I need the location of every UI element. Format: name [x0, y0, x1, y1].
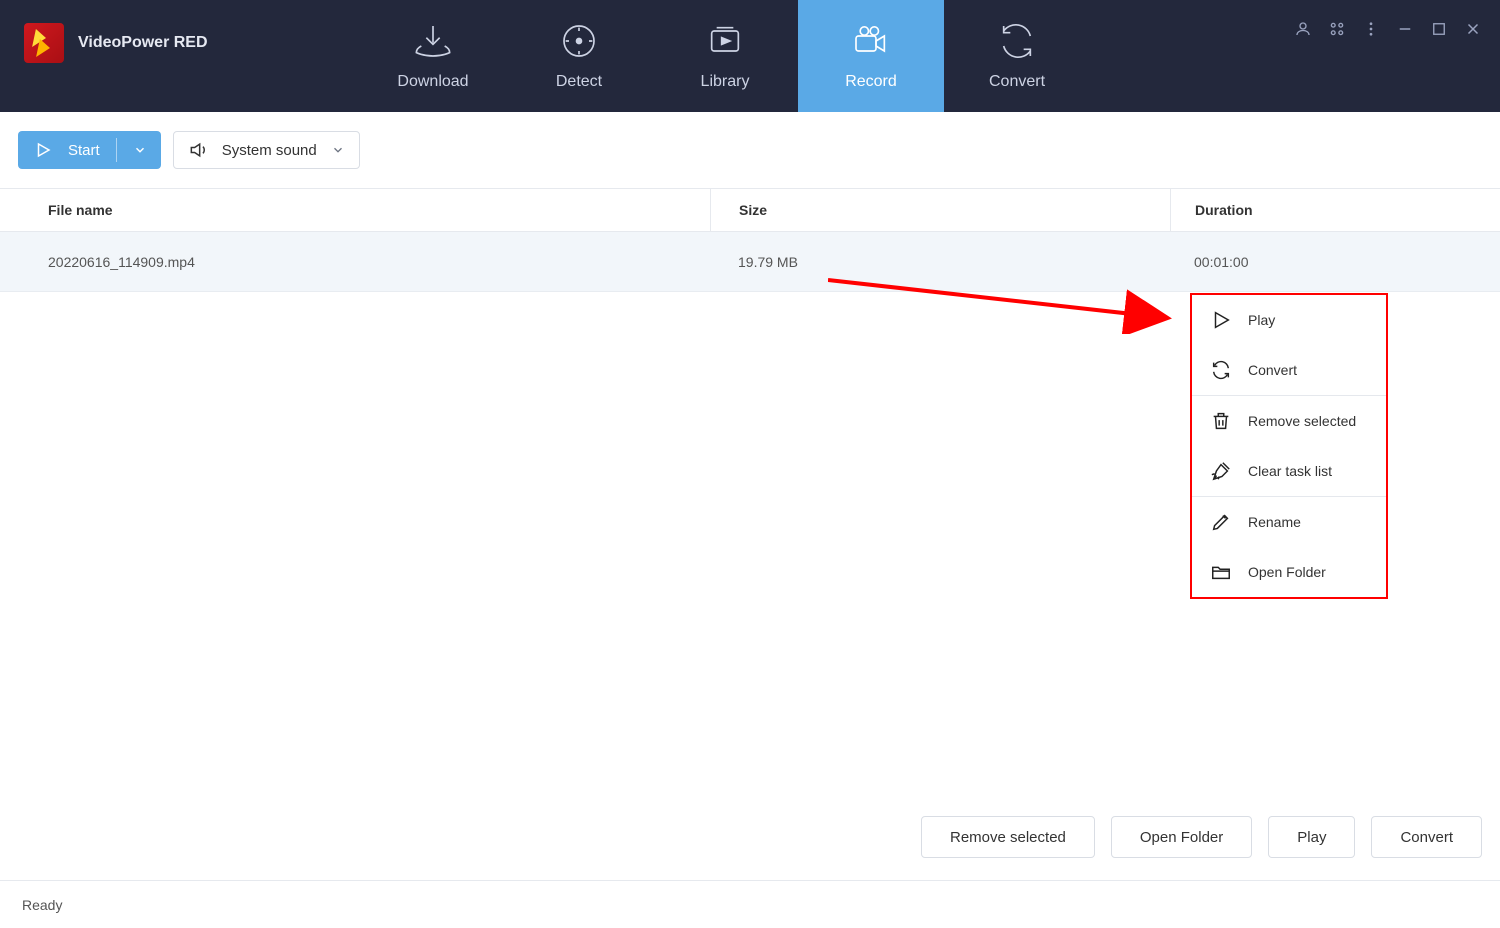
brand: VideoPower RED: [0, 18, 360, 68]
convert-icon: [997, 21, 1037, 61]
start-label: Start: [68, 142, 100, 159]
window-controls: [1294, 20, 1482, 38]
bottom-actions: Remove selected Open Folder Play Convert: [921, 816, 1482, 858]
cell-duration: 00:01:00: [1170, 254, 1500, 270]
apps-icon[interactable]: [1328, 20, 1346, 38]
app-header: VideoPower RED Download Detect Library: [0, 0, 1500, 112]
app-title: VideoPower RED: [78, 34, 208, 52]
open-folder-label: Open Folder: [1140, 829, 1223, 846]
ctx-open-folder-label: Open Folder: [1248, 564, 1326, 580]
ctx-play[interactable]: Play: [1192, 295, 1386, 345]
nav-library[interactable]: Library: [652, 0, 798, 112]
nav-detect[interactable]: Detect: [506, 0, 652, 112]
play-label: Play: [1297, 829, 1326, 846]
open-folder-button[interactable]: Open Folder: [1111, 816, 1252, 858]
convert-button[interactable]: Convert: [1371, 816, 1482, 858]
table-row[interactable]: 20220616_114909.mp4 19.79 MB 00:01:00: [0, 232, 1500, 292]
close-button[interactable]: [1464, 20, 1482, 38]
more-icon[interactable]: [1362, 20, 1380, 38]
chevron-down-icon: [331, 143, 345, 157]
ctx-clear[interactable]: Clear task list: [1192, 446, 1386, 496]
table-header: File name Size Duration: [0, 188, 1500, 232]
folder-icon: [1210, 561, 1232, 583]
nav-download-label: Download: [397, 73, 468, 91]
ctx-play-label: Play: [1248, 312, 1275, 328]
nav-detect-label: Detect: [556, 73, 602, 91]
status-text: Ready: [22, 897, 62, 913]
play-icon: [34, 141, 52, 159]
ctx-rename-label: Rename: [1248, 514, 1301, 530]
nav-library-label: Library: [701, 73, 750, 91]
context-menu: Play Convert Remove selected Clear task …: [1190, 293, 1388, 599]
pencil-icon: [1210, 511, 1232, 533]
play-icon: [1210, 309, 1232, 331]
column-header-duration[interactable]: Duration: [1170, 189, 1500, 231]
nav-record[interactable]: Record: [798, 0, 944, 112]
broom-icon: [1210, 460, 1232, 482]
record-toolbar: Start System sound: [0, 112, 1500, 188]
ctx-rename[interactable]: Rename: [1192, 497, 1386, 547]
convert-label: Convert: [1400, 829, 1453, 846]
app-logo-icon: [24, 23, 64, 63]
chevron-down-icon: [133, 143, 147, 157]
ctx-remove[interactable]: Remove selected: [1192, 396, 1386, 446]
cell-size: 19.79 MB: [710, 254, 1170, 270]
library-icon: [705, 21, 745, 61]
start-record-button[interactable]: Start: [18, 131, 161, 169]
divider: [116, 138, 117, 162]
play-button[interactable]: Play: [1268, 816, 1355, 858]
record-icon: [851, 21, 891, 61]
main-nav: Download Detect Library Record: [360, 0, 1090, 112]
speaker-icon: [188, 140, 208, 160]
nav-convert[interactable]: Convert: [944, 0, 1090, 112]
nav-convert-label: Convert: [989, 73, 1045, 91]
ctx-convert-label: Convert: [1248, 362, 1297, 378]
nav-record-label: Record: [845, 73, 897, 91]
ctx-convert[interactable]: Convert: [1192, 345, 1386, 395]
table-body: 20220616_114909.mp4 19.79 MB 00:01:00: [0, 232, 1500, 292]
ctx-clear-label: Clear task list: [1248, 463, 1332, 479]
account-icon[interactable]: [1294, 20, 1312, 38]
audio-label: System sound: [222, 142, 317, 159]
column-header-file[interactable]: File name: [0, 202, 710, 218]
refresh-icon: [1210, 359, 1232, 381]
cell-filename: 20220616_114909.mp4: [0, 254, 710, 270]
column-header-size[interactable]: Size: [710, 189, 1170, 231]
nav-download[interactable]: Download: [360, 0, 506, 112]
remove-selected-button[interactable]: Remove selected: [921, 816, 1095, 858]
maximize-button[interactable]: [1430, 20, 1448, 38]
ctx-remove-label: Remove selected: [1248, 413, 1356, 429]
trash-icon: [1210, 410, 1232, 432]
ctx-open-folder[interactable]: Open Folder: [1192, 547, 1386, 597]
audio-source-dropdown[interactable]: System sound: [173, 131, 360, 169]
minimize-button[interactable]: [1396, 20, 1414, 38]
download-icon: [413, 21, 453, 61]
remove-label: Remove selected: [950, 829, 1066, 846]
detect-icon: [559, 21, 599, 61]
status-bar: Ready: [0, 880, 1500, 928]
